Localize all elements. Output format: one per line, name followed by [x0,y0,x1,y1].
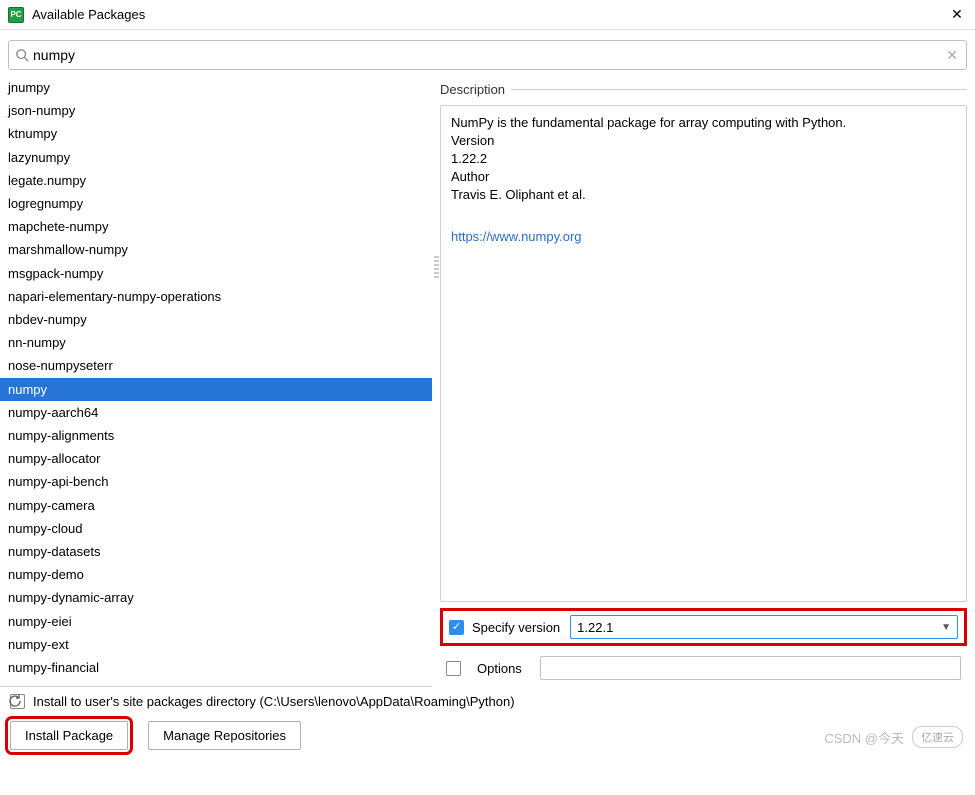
package-item[interactable]: marshmallow-numpy [0,238,432,261]
close-icon[interactable]: ✕ [947,6,967,23]
watermark-logo: 亿速云 [912,726,963,748]
divider-line [511,89,967,90]
specify-version-row: Specify version 1.22.1 ▼ [440,608,967,646]
version-select[interactable]: 1.22.1 ▼ [570,615,958,639]
split-handle[interactable] [432,76,440,686]
package-item[interactable]: nose-numpyseterr [0,354,432,377]
options-input[interactable] [540,656,961,680]
package-item[interactable]: msgpack-numpy [0,262,432,285]
author-value: Travis E. Oliphant et al. [451,186,956,204]
search-input[interactable] [33,47,944,63]
search-icon [15,48,29,62]
package-item[interactable]: numpy-eiei [0,610,432,633]
package-item[interactable]: numpy-aarch64 [0,401,432,424]
author-label: Author [451,168,956,186]
package-link[interactable]: https://www.numpy.org [451,228,956,246]
package-item[interactable]: numpy-financial [0,656,432,679]
specify-version-label: Specify version [472,620,560,635]
package-item[interactable]: numpy-api-bench [0,470,432,493]
watermark: CSDN @今天 亿速云 [824,726,963,748]
chevron-down-icon: ▼ [941,622,951,633]
refresh-icon[interactable] [6,692,24,710]
package-item[interactable]: numpy-camera [0,494,432,517]
package-item[interactable]: numpy-alignments [0,424,432,447]
manage-repositories-button[interactable]: Manage Repositories [148,721,301,750]
package-item[interactable]: numpy-datasets [0,540,432,563]
main-split: jnumpyjson-numpyktnumpylazynumpylegate.n… [0,76,975,686]
package-item[interactable]: numpy-cloud [0,517,432,540]
pycharm-icon: PC [8,7,24,23]
package-item[interactable]: nn-numpy [0,331,432,354]
description-header-label: Description [440,82,505,97]
package-item[interactable]: lazynumpy [0,146,432,169]
window-title: Available Packages [32,7,947,22]
package-item[interactable]: jnumpy [0,76,432,99]
list-footer [0,686,432,714]
package-item[interactable]: nbdev-numpy [0,308,432,331]
options-checkbox[interactable] [446,661,461,676]
search-bar[interactable]: ✕ [8,40,967,70]
package-item[interactable]: napari-elementary-numpy-operations [0,285,432,308]
install-package-button[interactable]: Install Package [10,721,128,750]
titlebar: PC Available Packages ✕ [0,0,975,30]
version-label: Version [451,132,956,150]
package-item[interactable]: mapchete-numpy [0,215,432,238]
options-label: Options [477,661,522,676]
package-item[interactable]: numpy-dynamic-array [0,586,432,609]
package-item[interactable]: ktnumpy [0,122,432,145]
package-list[interactable]: jnumpyjson-numpyktnumpylazynumpylegate.n… [0,76,432,686]
button-row: Install Package Manage Repositories CSDN… [0,713,975,762]
description-body: NumPy is the fundamental package for arr… [440,105,967,602]
package-item[interactable]: logregnumpy [0,192,432,215]
options-row: Options [440,650,967,686]
package-summary: NumPy is the fundamental package for arr… [451,114,956,132]
version-select-value: 1.22.1 [577,620,613,635]
version-value: 1.22.2 [451,150,956,168]
specify-version-checkbox[interactable] [449,620,464,635]
package-item[interactable]: numpy-demo [0,563,432,586]
clear-search-icon[interactable]: ✕ [944,47,960,64]
package-item[interactable]: numpy [0,378,432,401]
package-item[interactable]: legate.numpy [0,169,432,192]
package-item[interactable]: json-numpy [0,99,432,122]
description-header: Description [440,82,967,97]
description-pane: Description NumPy is the fundamental pac… [440,76,975,686]
watermark-text: CSDN @今天 [824,728,904,747]
package-list-pane: jnumpyjson-numpyktnumpylazynumpylegate.n… [0,76,432,686]
package-item[interactable]: numpy-allocator [0,447,432,470]
package-item[interactable]: numpy-ext [0,633,432,656]
